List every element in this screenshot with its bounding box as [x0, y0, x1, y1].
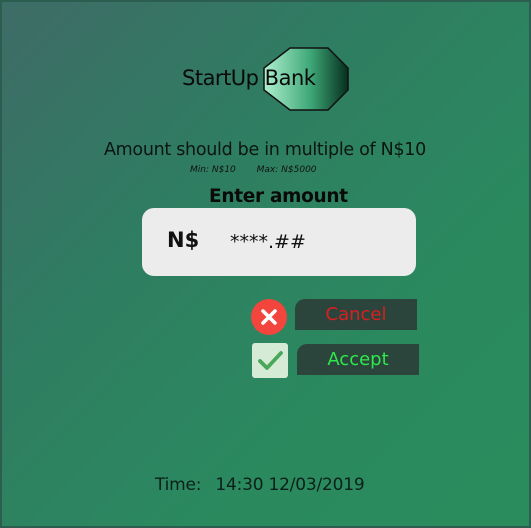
timestamp: Time: 14:30 12/03/2019	[155, 475, 365, 495]
amount-input[interactable]	[230, 228, 400, 256]
time-label: Time:	[155, 475, 202, 495]
max-amount-label: Max: N$5000	[256, 165, 317, 175]
currency-label: N$	[167, 228, 200, 252]
cancel-button[interactable]: Cancel	[295, 299, 417, 330]
amount-rule-text: Amount should be in multiple of N$10	[104, 140, 426, 160]
enter-amount-label: Enter amount	[209, 186, 348, 207]
checkmark-icon[interactable]	[252, 343, 288, 378]
amount-limits: Min: N$10 Max: N$5000	[190, 165, 317, 175]
time-value: 14:30 12/03/2019	[215, 475, 365, 495]
bank-name: StartUp Bank	[182, 66, 316, 90]
amount-field[interactable]: N$	[142, 208, 416, 276]
accept-button[interactable]: Accept	[297, 344, 419, 375]
min-amount-label: Min: N$10	[190, 165, 236, 175]
close-icon[interactable]	[251, 299, 287, 335]
